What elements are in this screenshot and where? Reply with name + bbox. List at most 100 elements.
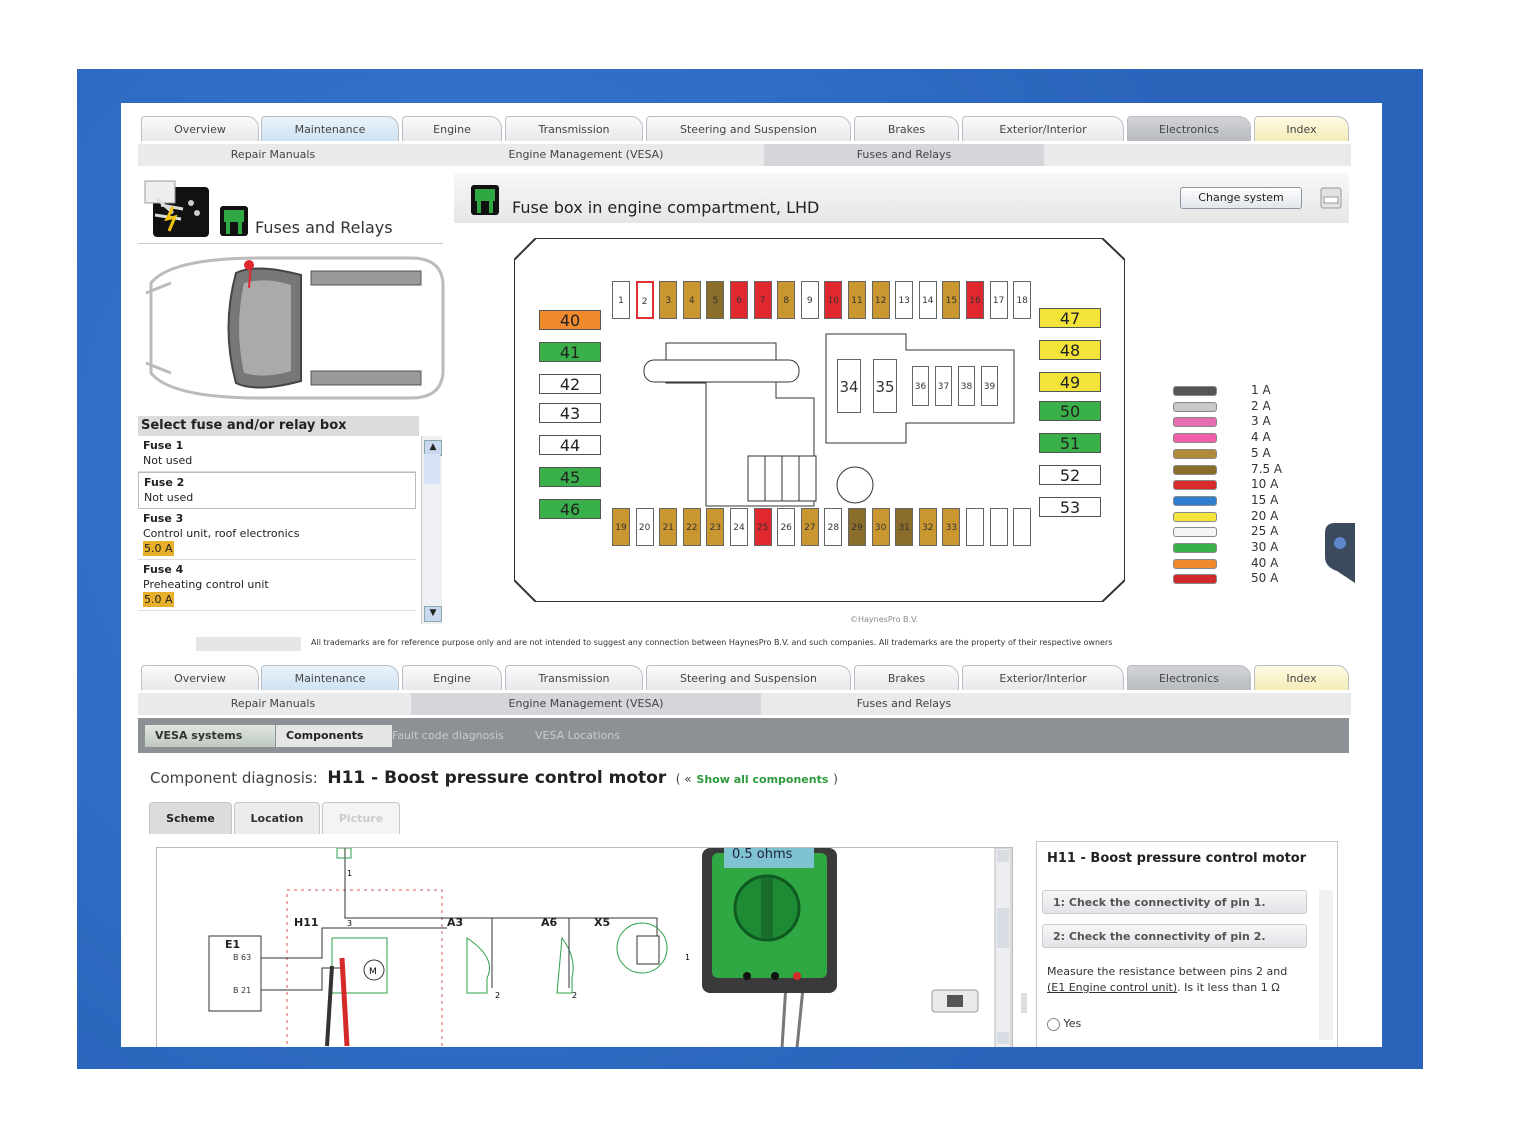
fuse-slot[interactable]: 24 bbox=[730, 508, 748, 546]
fuse-slot[interactable]: 28 bbox=[824, 508, 843, 546]
fuse-slot[interactable]: 16 bbox=[966, 281, 984, 319]
fuse-slot-large[interactable]: 40 bbox=[539, 310, 601, 330]
fuse-slot-large[interactable]: 49 bbox=[1039, 372, 1101, 392]
splitter-handle[interactable] bbox=[1021, 993, 1027, 1013]
tab-fault-code[interactable]: Fault code diagnosis bbox=[382, 725, 514, 747]
tab-transmission[interactable]: Transmission bbox=[505, 665, 643, 690]
fuse-slot[interactable]: 17 bbox=[989, 281, 1008, 319]
tab-maintenance[interactable]: Maintenance bbox=[261, 116, 399, 141]
fuse-list-item[interactable]: Fuse 1 Not used bbox=[138, 436, 416, 472]
subtab-engine-management[interactable]: Engine Management (VESA) bbox=[411, 144, 761, 166]
fuse-slot[interactable]: 4 bbox=[682, 281, 701, 319]
tab-maintenance[interactable]: Maintenance bbox=[261, 665, 399, 690]
fuse-slot[interactable] bbox=[966, 508, 984, 546]
change-system-button[interactable]: Change system bbox=[1180, 187, 1302, 209]
scroll-thumb[interactable] bbox=[424, 454, 440, 484]
side-panel-handle-icon[interactable] bbox=[1325, 523, 1355, 583]
yes-option[interactable]: Yes bbox=[1047, 1017, 1081, 1031]
fuse-list-scrollbar[interactable]: ▲ ▼ bbox=[421, 436, 442, 624]
subtab-repair-manuals[interactable]: Repair Manuals bbox=[138, 693, 408, 715]
relay-slot[interactable]: 34 bbox=[837, 359, 861, 413]
tab-index[interactable]: Index bbox=[1254, 116, 1349, 141]
fuse-slot[interactable]: 18 bbox=[1013, 281, 1032, 319]
fuse-slot[interactable]: 21 bbox=[659, 508, 678, 546]
panel-scrollbar[interactable] bbox=[1319, 890, 1333, 1040]
fuse-slot[interactable]: 27 bbox=[800, 508, 819, 546]
fuse-slot[interactable]: 31 bbox=[895, 508, 914, 546]
fuse-slot[interactable]: 26 bbox=[777, 508, 796, 546]
relay-slot[interactable]: 36 bbox=[912, 366, 929, 406]
fuse-slot[interactable]: 20 bbox=[635, 508, 654, 546]
show-all-components-link[interactable]: Show all components bbox=[696, 773, 828, 786]
tab-location[interactable]: Location bbox=[234, 802, 320, 834]
fuse-slot[interactable]: 2 bbox=[635, 281, 654, 319]
fuse-slot[interactable]: 7 bbox=[753, 281, 772, 319]
fuse-slot-large[interactable]: 45 bbox=[539, 467, 601, 487]
fuse-slot[interactable]: 12 bbox=[871, 281, 890, 319]
subtab-fuses-relays[interactable]: Fuses and Relays bbox=[764, 144, 1044, 166]
tab-steering[interactable]: Steering and Suspension bbox=[646, 116, 851, 141]
tab-components[interactable]: Components bbox=[276, 725, 392, 747]
fuse-slot[interactable]: 3 bbox=[659, 281, 678, 319]
print-icon[interactable] bbox=[1318, 185, 1344, 211]
fuse-slot[interactable]: 1 bbox=[612, 281, 630, 319]
tab-transmission[interactable]: Transmission bbox=[505, 116, 643, 141]
fuse-slot[interactable]: 19 bbox=[612, 508, 630, 546]
fuse-slot[interactable]: 8 bbox=[777, 281, 796, 319]
tab-picture[interactable]: Picture bbox=[322, 802, 400, 834]
relay-slot[interactable]: 38 bbox=[958, 366, 975, 406]
fuse-slot-large[interactable]: 47 bbox=[1039, 308, 1101, 328]
fuse-slot[interactable]: 32 bbox=[918, 508, 937, 546]
fuse-slot[interactable]: 33 bbox=[942, 508, 961, 546]
fuse-slot[interactable]: 6 bbox=[730, 281, 748, 319]
fuse-list-item[interactable]: Fuse 2 Not used bbox=[138, 472, 416, 509]
fuse-slot[interactable]: 30 bbox=[871, 508, 890, 546]
fuse-slot[interactable]: 23 bbox=[706, 508, 725, 546]
fuse-slot[interactable]: 25 bbox=[753, 508, 772, 546]
fuse-slot-large[interactable]: 46 bbox=[539, 499, 601, 519]
subtab-repair-manuals[interactable]: Repair Manuals bbox=[138, 144, 408, 166]
fuse-list-item[interactable]: Fuse 3 Control unit, roof electronics 5.… bbox=[138, 509, 416, 560]
fuse-slot[interactable]: 10 bbox=[824, 281, 843, 319]
fuse-slot-large[interactable]: 44 bbox=[539, 435, 601, 455]
fuse-slot[interactable]: 14 bbox=[918, 281, 937, 319]
fuse-slot-large[interactable]: 53 bbox=[1039, 497, 1101, 517]
fuse-slot[interactable]: 9 bbox=[800, 281, 819, 319]
fuse-slot[interactable]: 11 bbox=[848, 281, 866, 319]
tab-vesa-systems[interactable]: VESA systems bbox=[145, 725, 275, 747]
fuse-slot-large[interactable]: 48 bbox=[1039, 340, 1101, 360]
tab-vesa-locations[interactable]: VESA Locations bbox=[525, 725, 630, 747]
fuse-slot[interactable]: 5 bbox=[706, 281, 725, 319]
fuse-slot-large[interactable]: 51 bbox=[1039, 433, 1101, 453]
fuse-slot-large[interactable]: 52 bbox=[1039, 465, 1101, 485]
tab-electronics[interactable]: Electronics bbox=[1127, 116, 1251, 141]
subtab-fuses-relays[interactable]: Fuses and Relays bbox=[764, 693, 1044, 715]
fuse-slot-large[interactable]: 41 bbox=[539, 342, 601, 362]
relay-slot[interactable]: 35 bbox=[873, 359, 897, 413]
tab-engine[interactable]: Engine bbox=[402, 665, 502, 690]
fuse-list-item[interactable]: Fuse 4 Preheating control unit 5.0 A bbox=[138, 560, 416, 611]
fuse-slot[interactable]: 15 bbox=[942, 281, 961, 319]
tab-scheme[interactable]: Scheme bbox=[149, 802, 232, 834]
fuse-slot[interactable]: 22 bbox=[682, 508, 701, 546]
tab-overview[interactable]: Overview bbox=[141, 665, 259, 690]
scroll-down-icon[interactable]: ▼ bbox=[424, 606, 442, 622]
tab-brakes[interactable]: Brakes bbox=[854, 116, 959, 141]
fuse-slot[interactable]: 29 bbox=[848, 508, 866, 546]
tab-brakes[interactable]: Brakes bbox=[854, 665, 959, 690]
fuse-slot-large[interactable]: 42 bbox=[539, 374, 601, 394]
diagnosis-step-1[interactable]: 1: Check the connectivity of pin 1. bbox=[1042, 890, 1307, 914]
subtab-engine-management[interactable]: Engine Management (VESA) bbox=[411, 693, 761, 715]
fuse-slot[interactable] bbox=[989, 508, 1008, 546]
relay-slot[interactable]: 39 bbox=[981, 366, 998, 406]
tab-steering[interactable]: Steering and Suspension bbox=[646, 665, 851, 690]
tab-exterior[interactable]: Exterior/Interior bbox=[962, 665, 1124, 690]
tab-exterior[interactable]: Exterior/Interior bbox=[962, 116, 1124, 141]
tab-overview[interactable]: Overview bbox=[141, 116, 259, 141]
engine-control-unit-link[interactable]: (E1 Engine control unit) bbox=[1047, 981, 1177, 994]
tab-electronics[interactable]: Electronics bbox=[1127, 665, 1251, 690]
tab-engine[interactable]: Engine bbox=[402, 116, 502, 141]
tab-index[interactable]: Index bbox=[1254, 665, 1349, 690]
fuse-slot[interactable] bbox=[1013, 508, 1032, 546]
diagnosis-step-2[interactable]: 2: Check the connectivity of pin 2. bbox=[1042, 924, 1307, 948]
